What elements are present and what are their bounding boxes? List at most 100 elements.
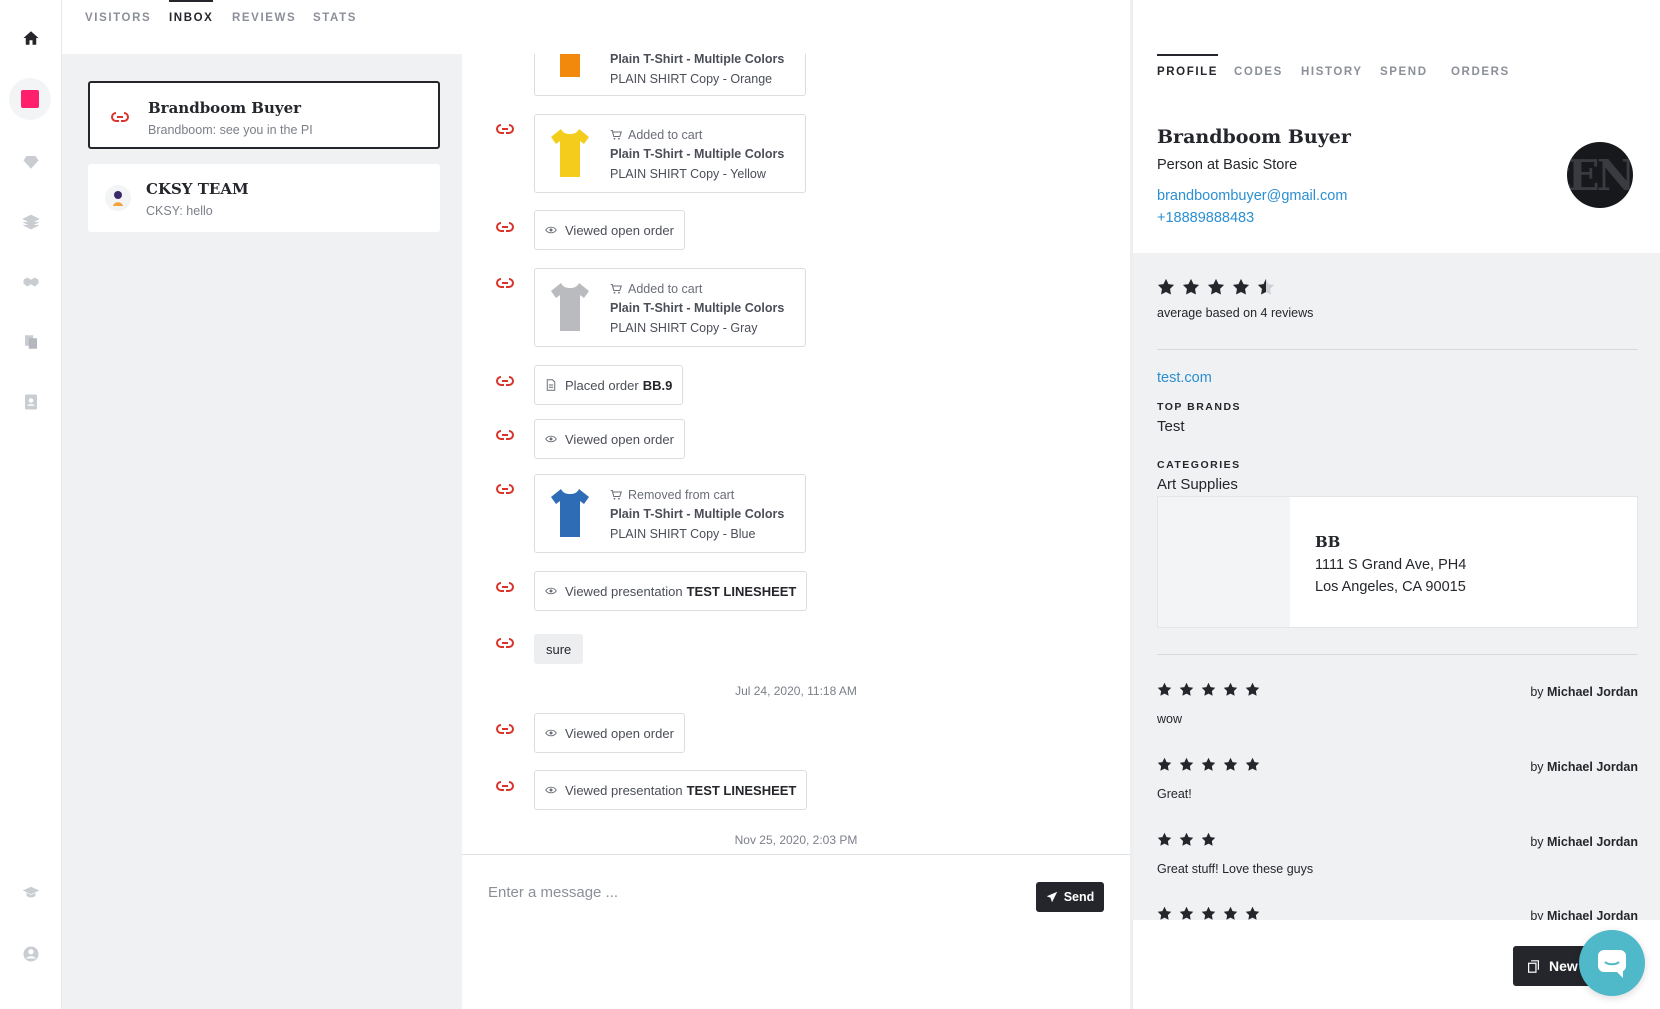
event-card: Added to cart Plain T-Shirt - Multiple C… (534, 268, 806, 347)
cart-icon (610, 489, 622, 500)
rating-caption: average based on 4 reviews (1157, 306, 1314, 320)
layers-icon[interactable] (0, 202, 62, 242)
handshake-icon[interactable] (0, 262, 62, 302)
event-viewed-presentation: Viewed presentation TEST LINESHEET (534, 571, 808, 611)
top-brands-label: TOP BRANDS (1157, 401, 1242, 413)
website-link[interactable]: test.com (1157, 370, 1212, 386)
top-brands-value: Test (1157, 418, 1185, 435)
review-stars (1157, 832, 1223, 847)
star-icon (1157, 906, 1172, 920)
tab-spend[interactable]: SPEND (1380, 54, 1428, 94)
profile-name: Brandboom Buyer (1157, 126, 1351, 148)
chat-timeline[interactable]: Plain T-Shirt - Multiple Colors PLAIN SH… (462, 54, 1130, 854)
review-by: by (1530, 835, 1544, 849)
profile-email[interactable]: brandboombuyer@gmail.com (1157, 188, 1347, 204)
cart-icon (610, 129, 622, 140)
left-rail (0, 0, 62, 1009)
event-product: Plain T-Shirt - Multiple Colors (610, 147, 785, 161)
event-action: Added to cart (628, 128, 703, 142)
conversation-item[interactable]: CKSY TEAM CKSY: hello (88, 164, 440, 232)
tab-reviews[interactable]: REVIEWS (232, 0, 296, 54)
star-icon (1179, 832, 1194, 846)
profile-role: Person at Basic Store (1157, 157, 1298, 173)
conversation-preview: Brandboom: see you in the PI (148, 123, 313, 137)
timestamp: Jul 24, 2020, 11:18 AM (735, 684, 857, 698)
event-text: Viewed presentation (565, 782, 683, 798)
timestamp: Nov 25, 2020, 2:03 PM (734, 833, 858, 847)
profile-phone[interactable]: +18889888483 (1157, 210, 1254, 226)
avatar: tENI (1567, 142, 1633, 208)
event-product: Plain T-Shirt - Multiple Colors (610, 507, 785, 521)
tshirt-thumbnail (560, 54, 580, 77)
avatar (104, 184, 132, 212)
presentation-name[interactable]: TEST LINESHEET (687, 783, 797, 798)
event-viewed-presentation: Viewed presentation TEST LINESHEET (534, 770, 808, 810)
address-card: BB 1111 S Grand Ave, PH4 Los Angeles, CA… (1157, 496, 1638, 628)
review-stars (1157, 757, 1267, 772)
star-icon (1223, 757, 1238, 771)
messenger-launcher[interactable] (1579, 930, 1645, 996)
documents-icon[interactable] (0, 322, 62, 362)
tab-stats[interactable]: STATS (313, 0, 357, 54)
brandboom-logo-icon (496, 484, 514, 494)
brandboom-logo-icon (496, 724, 514, 734)
eye-icon (545, 587, 557, 595)
tab-codes[interactable]: CODES (1234, 54, 1283, 94)
address-line1: 1111 S Grand Ave, PH4 (1315, 557, 1467, 573)
brandboom-logo-icon (496, 638, 514, 648)
conversation-name: Brandboom Buyer (148, 99, 302, 117)
conversation-item[interactable]: Brandboom Buyer Brandboom: see you in th… (88, 81, 440, 149)
contacts-icon[interactable] (0, 382, 62, 422)
paper-plane-icon (1046, 891, 1057, 903)
eye-icon (545, 226, 557, 234)
brandboom-logo-icon (496, 430, 514, 440)
event-variant: PLAIN SHIRT Copy - Gray (610, 321, 758, 335)
profile-panel: PROFILE CODES HISTORY SPEND ORDERS Brand… (1133, 54, 1660, 1009)
review-author: by Michael Jordan (1530, 685, 1638, 699)
event-product: Plain T-Shirt - Multiple Colors (610, 54, 785, 66)
conversation-preview: CKSY: hello (146, 204, 213, 218)
categories-label: CATEGORIES (1157, 459, 1241, 471)
review-text: Great stuff! Love these guys (1157, 862, 1314, 876)
event-text: Viewed open order (565, 222, 674, 238)
profile-header: PROFILE CODES HISTORY SPEND ORDERS Brand… (1133, 54, 1660, 253)
event-card: Plain T-Shirt - Multiple Colors PLAIN SH… (534, 54, 806, 96)
event-text: Viewed presentation (565, 583, 683, 599)
brandboom-logo-icon (496, 124, 514, 134)
tab-inbox[interactable]: INBOX (169, 0, 214, 54)
order-number[interactable]: BB.9 (643, 378, 673, 393)
user-circle-icon[interactable] (0, 934, 62, 974)
diamond-icon[interactable] (0, 142, 62, 182)
brandboom-logo-icon (496, 376, 514, 386)
categories-value: Art Supplies (1157, 476, 1238, 493)
tshirt-thumbnail (551, 489, 589, 537)
conversation-list: Brandboom Buyer Brandboom: see you in th… (62, 54, 462, 1009)
send-button[interactable]: Send (1036, 882, 1104, 912)
event-card: Removed from cart Plain T-Shirt - Multip… (534, 474, 806, 553)
review-author: by Michael Jordan (1530, 760, 1638, 774)
eye-icon (545, 786, 557, 794)
send-label: Send (1063, 890, 1095, 904)
event-variant: PLAIN SHIRT Copy - Blue (610, 527, 756, 541)
star-icon (1157, 832, 1172, 846)
tab-orders[interactable]: ORDERS (1451, 54, 1510, 94)
home-icon[interactable] (0, 18, 62, 58)
star-icon (1201, 757, 1216, 771)
eye-icon (545, 729, 557, 737)
star-icon (1182, 278, 1200, 295)
divider (1157, 654, 1638, 655)
star-icon (1223, 906, 1238, 920)
brand-logo-icon[interactable] (9, 78, 51, 120)
event-text: Viewed open order (565, 725, 674, 741)
eye-icon (545, 435, 557, 443)
message-input[interactable] (488, 879, 968, 905)
tab-profile[interactable]: PROFILE (1157, 54, 1219, 94)
review-stars (1157, 906, 1267, 921)
graduation-cap-icon[interactable] (0, 872, 62, 912)
tab-visitors[interactable]: VISITORS (85, 0, 151, 54)
tab-history[interactable]: HISTORY (1301, 54, 1363, 94)
presentation-name[interactable]: TEST LINESHEET (687, 584, 797, 599)
event-text: Placed order (565, 377, 639, 393)
document-icon (546, 379, 556, 391)
conversation-name: CKSY TEAM (146, 180, 249, 198)
